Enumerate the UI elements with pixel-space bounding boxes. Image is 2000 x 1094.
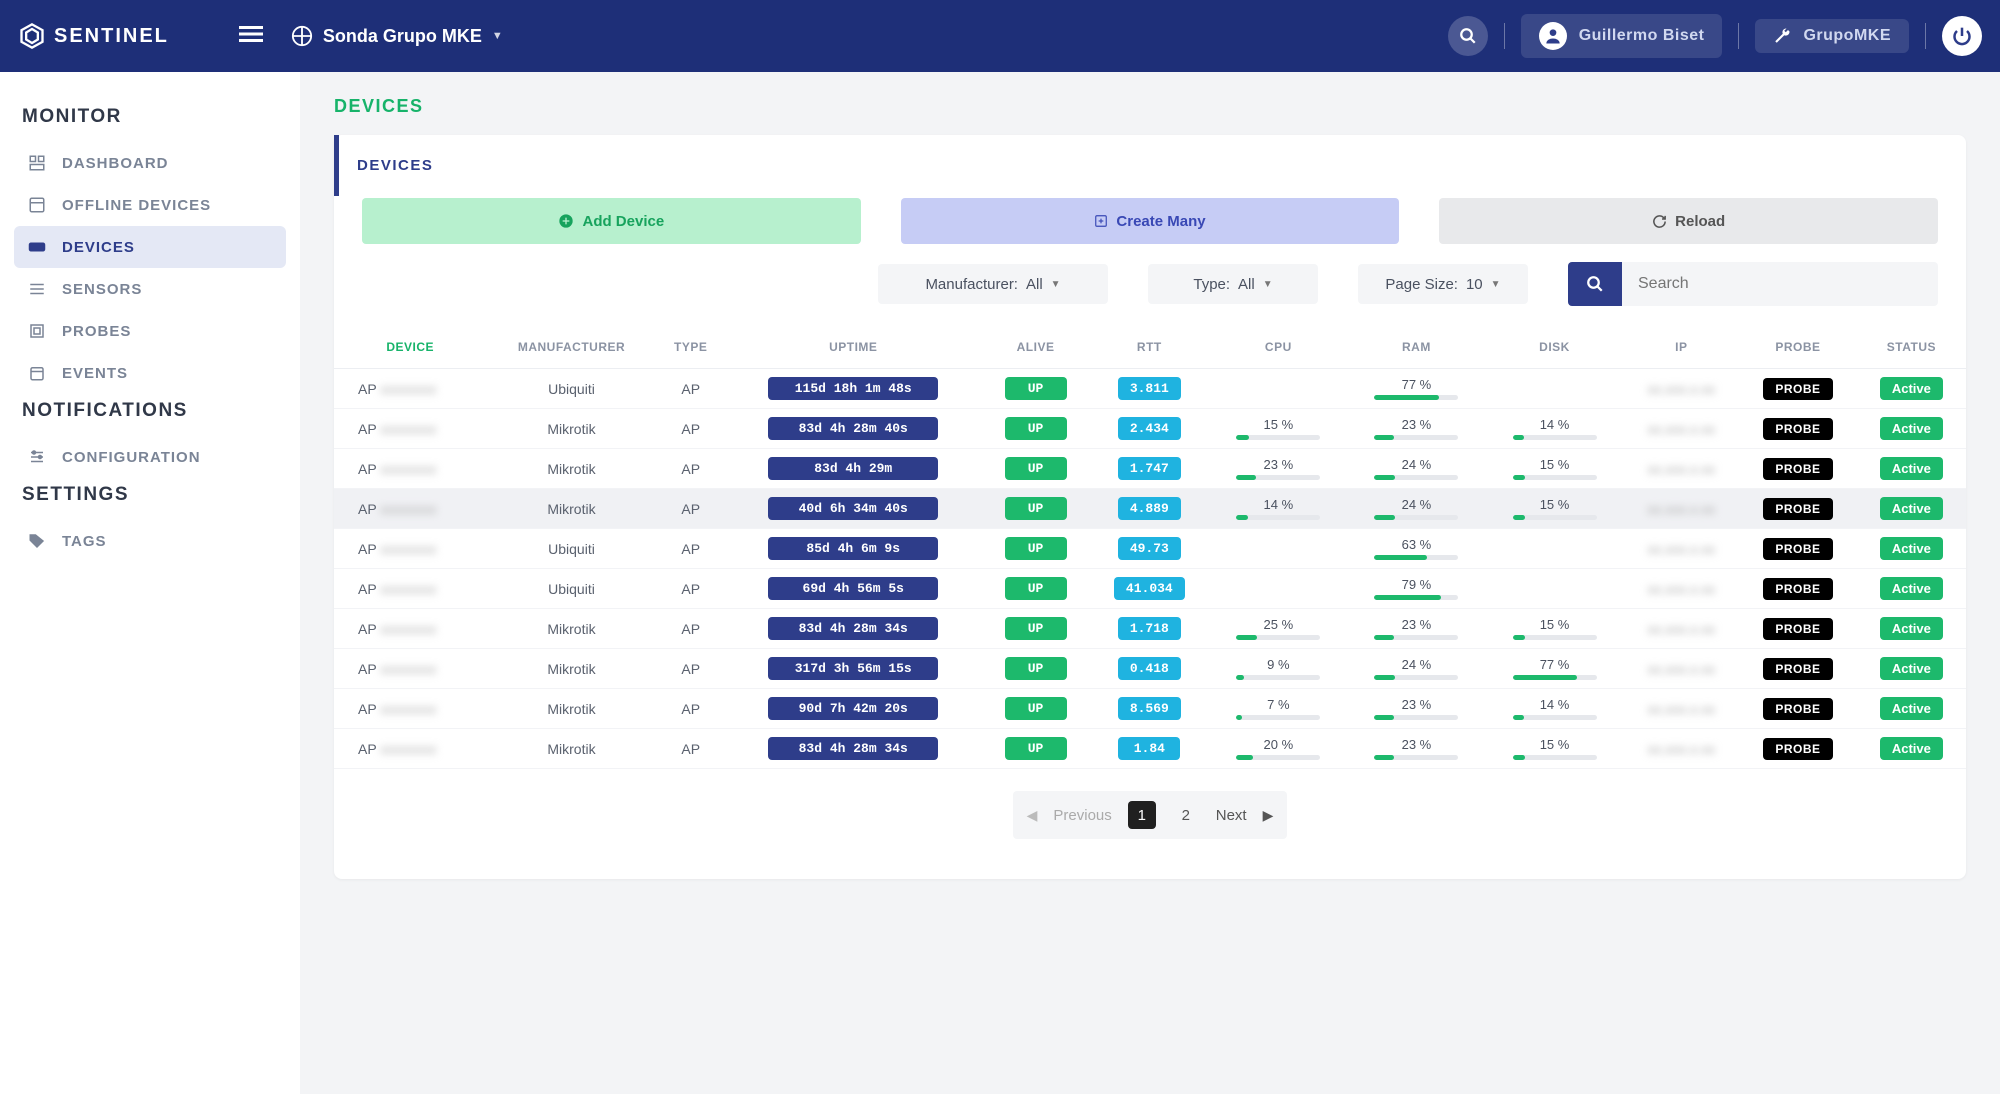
sidebar-section-title: SETTINGS	[22, 484, 278, 506]
main-content: DEVICES DEVICES Add Device Create Many R…	[300, 72, 2000, 1094]
devices-table: DEVICEMANUFACTURERTYPEUPTIMEALIVERTTCPUR…	[334, 326, 1966, 769]
devices-card: DEVICES Add Device Create Many Reload	[334, 135, 1966, 879]
table-row[interactable]: AP xxxxxxxx Ubiquiti AP 85d 4h 6m 9s UP …	[334, 529, 1966, 569]
search-icon	[1459, 27, 1477, 45]
table-search-button[interactable]	[1568, 262, 1622, 306]
brand-name: SENTINEL	[54, 25, 169, 48]
probes-icon	[28, 322, 46, 340]
col-disk[interactable]: DISK	[1485, 326, 1623, 369]
hexagon-icon	[18, 22, 46, 50]
menu-toggle[interactable]	[239, 22, 263, 51]
plus-square-icon	[1094, 214, 1108, 228]
prev-arrow-icon: ◀	[1027, 807, 1038, 824]
divider	[1925, 23, 1926, 49]
sidebar-item-dashboard[interactable]: DASHBOARD	[14, 142, 286, 184]
events-icon	[28, 364, 46, 382]
table-row[interactable]: AP xxxxxxxx Mikrotik AP 317d 3h 56m 15s …	[334, 649, 1966, 689]
sidebar-item-sensors[interactable]: SENSORS	[14, 268, 286, 310]
dashboard-icon	[28, 154, 46, 172]
logout-button[interactable]	[1942, 16, 1982, 56]
chevron-down-icon: ▼	[1491, 279, 1501, 290]
divider	[1738, 23, 1739, 49]
search-button[interactable]	[1448, 16, 1488, 56]
page-1[interactable]: 1	[1128, 801, 1156, 829]
topbar: SENTINEL Sonda Grupo MKE ▼ Guillermo Bis…	[0, 0, 2000, 72]
col-alive[interactable]: ALIVE	[982, 326, 1090, 369]
sidebar-item-events[interactable]: EVENTS	[14, 352, 286, 394]
sidebar-item-probes[interactable]: PROBES	[14, 310, 286, 352]
col-cpu[interactable]: CPU	[1209, 326, 1347, 369]
divider	[1504, 23, 1505, 49]
col-status[interactable]: STATUS	[1857, 326, 1966, 369]
user-menu[interactable]: Guillermo Biset	[1521, 14, 1723, 58]
page-title: DEVICES	[334, 96, 1966, 117]
chevron-down-icon: ▼	[1051, 279, 1061, 290]
chevron-down-icon: ▼	[1263, 279, 1273, 290]
probe-label: Sonda Grupo MKE	[323, 26, 482, 47]
sidebar: MONITOR DASHBOARD OFFLINE DEVICES DEVICE…	[0, 72, 300, 1094]
col-manufacturer[interactable]: MANUFACTURER	[486, 326, 656, 369]
table-row[interactable]: AP xxxxxxxx Mikrotik AP 83d 4h 28m 34s U…	[334, 729, 1966, 769]
sidebar-section-title: MONITOR	[22, 106, 278, 128]
wrench-icon	[1773, 27, 1791, 45]
power-icon	[1952, 26, 1972, 46]
col-rtt[interactable]: RTT	[1089, 326, 1209, 369]
create-many-button[interactable]: Create Many	[901, 198, 1400, 244]
probe-selector[interactable]: Sonda Grupo MKE ▼	[291, 25, 503, 47]
tags-icon	[28, 532, 46, 550]
offline-icon	[28, 196, 46, 214]
plus-circle-icon	[558, 213, 574, 229]
add-device-button[interactable]: Add Device	[362, 198, 861, 244]
prev-button: Previous	[1053, 807, 1111, 824]
pagesize-filter[interactable]: Page Size: 10 ▼	[1358, 264, 1528, 304]
reload-button[interactable]: Reload	[1439, 198, 1938, 244]
sidebar-item-offline-devices[interactable]: OFFLINE DEVICES	[14, 184, 286, 226]
table-row[interactable]: AP xxxxxxxx Mikrotik AP 83d 4h 28m 40s U…	[334, 409, 1966, 449]
sidebar-item-tags[interactable]: TAGS	[14, 520, 286, 562]
col-ip[interactable]: IP	[1624, 326, 1740, 369]
org-name: GrupoMKE	[1803, 27, 1891, 45]
chevron-down-icon: ▼	[492, 30, 503, 42]
user-name: Guillermo Biset	[1579, 27, 1705, 45]
manufacturer-filter[interactable]: Manufacturer: All ▼	[878, 264, 1108, 304]
table-row[interactable]: AP xxxxxxxx Ubiquiti AP 115d 18h 1m 48s …	[334, 369, 1966, 409]
col-probe[interactable]: PROBE	[1739, 326, 1857, 369]
search-icon	[1586, 275, 1604, 293]
table-row[interactable]: AP xxxxxxxx Mikrotik AP 83d 4h 28m 34s U…	[334, 609, 1966, 649]
sidebar-section-title: NOTIFICATIONS	[22, 400, 278, 422]
col-device[interactable]: DEVICE	[334, 326, 486, 369]
table-row[interactable]: AP xxxxxxxx Mikrotik AP 40d 6h 34m 40s U…	[334, 489, 1966, 529]
org-menu[interactable]: GrupoMKE	[1755, 19, 1909, 53]
devices-icon	[28, 238, 46, 256]
col-uptime[interactable]: UPTIME	[725, 326, 982, 369]
table-row[interactable]: AP xxxxxxxx Ubiquiti AP 69d 4h 56m 5s UP…	[334, 569, 1966, 609]
reload-icon	[1652, 214, 1667, 229]
table-row[interactable]: AP xxxxxxxx Mikrotik AP 90d 7h 42m 20s U…	[334, 689, 1966, 729]
avatar-icon	[1539, 22, 1567, 50]
col-type[interactable]: TYPE	[657, 326, 725, 369]
config-icon	[28, 448, 46, 466]
table-row[interactable]: AP xxxxxxxx Mikrotik AP 83d 4h 29m UP 1.…	[334, 449, 1966, 489]
globe-icon	[291, 25, 313, 47]
type-filter[interactable]: Type: All ▼	[1148, 264, 1318, 304]
next-arrow-icon[interactable]: ▶	[1263, 807, 1274, 824]
brand-logo[interactable]: SENTINEL	[18, 22, 169, 50]
hamburger-icon	[239, 22, 263, 46]
page-2[interactable]: 2	[1172, 801, 1200, 829]
sensors-icon	[28, 280, 46, 298]
sidebar-item-devices[interactable]: DEVICES	[14, 226, 286, 268]
tab-devices[interactable]: DEVICES	[334, 135, 455, 196]
pagination: ◀ Previous 12 Next ▶	[334, 791, 1966, 839]
sidebar-item-configuration[interactable]: CONFIGURATION	[14, 436, 286, 478]
search-input[interactable]	[1622, 262, 1938, 306]
col-ram[interactable]: RAM	[1347, 326, 1485, 369]
next-button[interactable]: Next	[1216, 807, 1247, 824]
